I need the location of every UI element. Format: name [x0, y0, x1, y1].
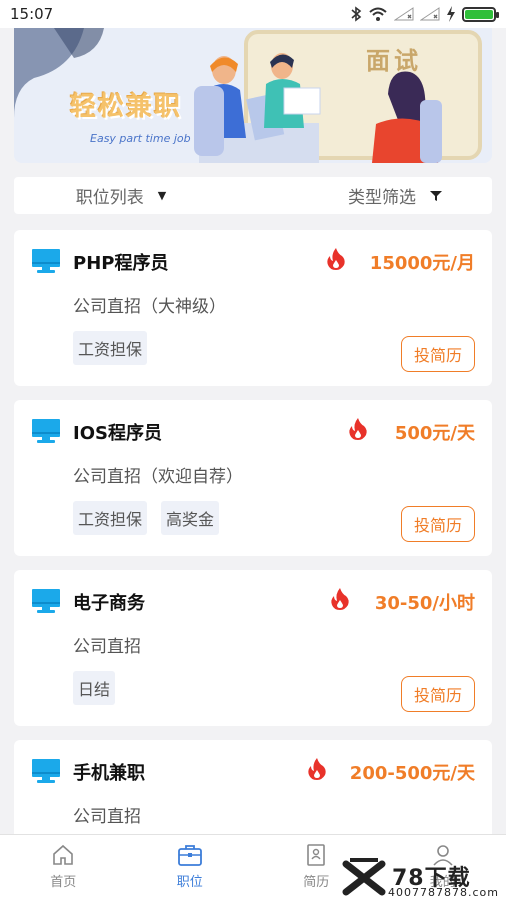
job-tags: 工资担保: [73, 331, 148, 365]
job-salary: 500元/天: [394, 423, 475, 444]
signal-icon: [394, 7, 414, 21]
status-bar: 15:07: [0, 0, 506, 28]
job-title: IOS程序员: [73, 423, 162, 444]
apply-resume-button[interactable]: 投简历: [400, 336, 475, 372]
battery-icon: [462, 6, 499, 22]
job-tags: 工资担保 高奖金: [73, 501, 220, 535]
type-filter[interactable]: 类型筛选: [228, 183, 492, 208]
job-title: PHP程序员: [73, 253, 169, 274]
briefcase-icon: [177, 845, 202, 866]
monitor-icon: [32, 759, 60, 783]
fire-icon: [308, 758, 326, 780]
watermark-logo-icon: [342, 858, 386, 896]
status-icons: [350, 6, 499, 22]
job-company: 公司直招（欢迎自荐）: [73, 467, 243, 487]
job-card[interactable]: PHP程序员 15000元/月 公司直招（大神级） 工资担保 投简历: [14, 230, 492, 386]
fire-icon: [327, 248, 345, 270]
signal-icon-2: [420, 7, 440, 21]
wifi-icon: [369, 7, 387, 21]
job-company: 公司直招（大神级）: [73, 297, 226, 317]
fire-icon: [349, 418, 367, 440]
position-list-filter[interactable]: 职位列表 ▼: [14, 183, 228, 208]
nav-label-positions: 职位: [176, 875, 203, 890]
type-filter-label: 类型筛选: [348, 188, 416, 208]
charging-icon: [447, 6, 455, 22]
job-salary: 200-500元/天: [349, 763, 475, 784]
resume-icon: [307, 844, 326, 866]
status-time: 15:07: [10, 5, 54, 23]
monitor-icon: [32, 419, 60, 443]
job-title: 手机兼职: [73, 763, 145, 784]
job-tag: 工资担保: [73, 501, 148, 535]
nav-item-positions[interactable]: 职位: [127, 835, 254, 900]
job-tags: 日结: [73, 671, 116, 705]
nav-label-resume: 简历: [303, 875, 330, 890]
watermark-url: 4007787878.com: [388, 886, 499, 899]
monitor-icon: [32, 589, 60, 613]
banner-board-text: 面试: [366, 47, 422, 75]
banner[interactable]: 面试 轻松兼职 Easy part time job: [14, 28, 492, 163]
job-company: 公司直招: [73, 637, 141, 657]
home-icon: [53, 844, 74, 865]
job-tag: 日结: [73, 671, 116, 705]
nav-item-home[interactable]: 首页: [0, 835, 127, 900]
job-card[interactable]: IOS程序员 500元/天 公司直招（欢迎自荐） 工资担保 高奖金 投简历: [14, 400, 492, 556]
job-tag: 工资担保: [73, 331, 148, 365]
filter-bar: 职位列表 ▼ 类型筛选: [14, 177, 492, 214]
apply-resume-button[interactable]: 投简历: [400, 676, 475, 712]
filter-funnel-icon: [430, 190, 442, 201]
fire-icon: [331, 588, 349, 610]
apply-resume-button[interactable]: 投简历: [400, 506, 475, 542]
bluetooth-icon: [351, 6, 362, 22]
job-salary: 30-50/小时: [374, 593, 475, 614]
job-salary: 15000元/月: [369, 253, 475, 274]
caret-down-icon: ▼: [157, 189, 167, 202]
job-title: 电子商务: [73, 593, 145, 614]
nav-label-home: 首页: [50, 875, 77, 890]
position-list-label: 职位列表: [75, 188, 144, 208]
watermark: 78下载 4007787878.com: [340, 858, 500, 900]
job-card[interactable]: 电子商务 30-50/小时 公司直招 日结 投简历: [14, 570, 492, 726]
banner-title: 轻松兼职: [70, 92, 183, 122]
job-tag: 高奖金: [161, 501, 220, 535]
banner-subtitle: Easy part time job: [90, 132, 191, 145]
job-company: 公司直招: [73, 807, 141, 827]
monitor-icon: [32, 249, 60, 273]
